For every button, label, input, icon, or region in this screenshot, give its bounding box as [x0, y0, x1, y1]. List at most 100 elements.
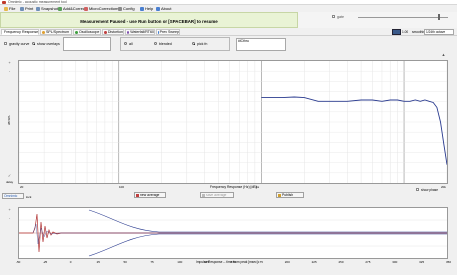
channel-group	[120, 37, 230, 51]
frequency-response-series	[261, 96, 447, 165]
lock-checkbox[interactable]: ✓	[6, 173, 13, 178]
show-overlays-radio[interactable]	[32, 42, 35, 45]
channel-blended-label: blended	[159, 42, 172, 46]
tab-bar: Frequency Response SPL/Spectrum Oscillos…	[0, 28, 457, 36]
menu-help[interactable]: Help	[140, 6, 153, 11]
menu-config[interactable]: Config	[118, 6, 135, 11]
menu-about[interactable]: About	[156, 6, 171, 11]
impulse-x-tick: 150	[231, 260, 237, 264]
new-average-button[interactable]: new average	[134, 192, 166, 198]
impulse-response-svg	[19, 209, 447, 257]
zoom-value: 1.00	[402, 30, 409, 34]
save-average-button[interactable]: save average	[200, 192, 234, 198]
channel-listbox[interactable]: #lCthru	[236, 38, 286, 51]
impulse-x-tick: 200	[284, 260, 290, 264]
frequency-grid	[19, 61, 447, 183]
publish-button[interactable]: Publish	[276, 192, 304, 198]
source-dropdown[interactable]: Omnimic	[2, 193, 24, 199]
save-icon	[202, 193, 205, 197]
channel-blended-radio[interactable]	[154, 42, 157, 45]
menu-snapshot[interactable]: Snapshot	[36, 6, 58, 11]
impulse-x-tick: 0	[69, 260, 72, 264]
smoothing-select[interactable]: 1/24th octave	[424, 29, 454, 35]
show-phase-label: show phase	[421, 188, 439, 192]
channel-pick-label: pick fn	[197, 42, 208, 46]
x-tick-20: 20	[20, 185, 24, 189]
tab-oscilloscope[interactable]: Oscilloscope	[73, 29, 101, 35]
menu-microcorrections[interactable]: MicroCorrections	[84, 6, 119, 11]
mic-icon	[84, 6, 88, 11]
tab-waterfall[interactable]: Waterfall/RT60	[125, 29, 155, 35]
gravity-curve-label: gravity curve	[9, 42, 30, 46]
impulse-envelope-bottom	[88, 233, 447, 257]
zoom-out-button[interactable]: -	[6, 68, 13, 73]
impulse-x-tick: 25	[96, 260, 100, 264]
impulse-zoom-out-button[interactable]: -	[6, 215, 13, 220]
show-overlays-label: show overlays	[37, 42, 60, 46]
impulse-x-tick: 325	[419, 260, 425, 264]
impulse-zoom-in-button[interactable]: +	[6, 207, 13, 212]
impulse-x-tick: 275	[365, 260, 371, 264]
plus-icon	[58, 6, 62, 11]
status-banner: Measurement Paused - use Run button or […	[0, 12, 298, 28]
auto-checkbox[interactable]	[332, 15, 335, 18]
impulse-x-tick: -25	[42, 260, 48, 264]
frequency-response-svg	[19, 61, 447, 183]
show-phase-checkbox[interactable]	[416, 188, 419, 191]
overlay-list[interactable]	[63, 37, 111, 51]
channel-pick-radio[interactable]	[192, 42, 195, 45]
distortion-icon	[104, 30, 107, 34]
impulse-response-plot[interactable]	[18, 207, 448, 259]
gear-icon	[118, 6, 122, 11]
impulse-x-tick: 100	[177, 260, 183, 264]
zoom-slider-thumb[interactable]	[438, 14, 440, 20]
printer-icon	[20, 6, 24, 11]
menu-bar: File Print Snapshot Add&Correct MicroCor…	[0, 5, 457, 12]
tab-frequency-response[interactable]: Frequency Response	[1, 29, 39, 35]
average-icon	[136, 193, 139, 197]
tab-prev-sweep[interactable]: Prev Sweep	[156, 29, 180, 35]
lock-label: lock	[26, 195, 32, 199]
frequency-response-plot[interactable]	[18, 60, 448, 184]
y-axis-label: dB SPL	[7, 114, 12, 126]
impulse-x-tick: 175	[257, 260, 263, 264]
impulse-x-tick: 350	[446, 260, 452, 264]
channel-all-label: all	[129, 42, 133, 46]
menu-file[interactable]: File	[4, 6, 15, 11]
gate-label: gate	[337, 15, 344, 19]
camera-icon	[36, 6, 40, 11]
status-message: Measurement Paused - use Run button or […	[80, 19, 218, 24]
tab-distortion[interactable]: Distortion	[102, 29, 124, 35]
gravity-curve-checkbox[interactable]	[4, 42, 7, 45]
impulse-x-tick: 250	[338, 260, 344, 264]
right-control-panel: gate	[298, 12, 457, 28]
channel-all-radio[interactable]	[124, 42, 127, 45]
impulse-x-tick: 225	[311, 260, 317, 264]
publish-icon	[278, 193, 281, 197]
menu-print[interactable]: Print	[20, 6, 33, 11]
impulse-x-tick: -50	[16, 260, 21, 264]
tab-spl-spectrum[interactable]: SPL/Spectrum	[40, 29, 72, 35]
impulse-x-tick: 75	[150, 260, 154, 264]
options-row: gravity curve show overlays all blended …	[0, 36, 457, 54]
scope-icon	[75, 30, 78, 34]
help-icon	[140, 6, 144, 11]
x-tick-100: 100	[119, 185, 125, 189]
spectrum-icon	[42, 30, 45, 34]
zoom-slider-track[interactable]	[358, 17, 448, 18]
impulse-x-tick: 50	[123, 260, 127, 264]
delay-label: delay	[6, 180, 14, 184]
info-icon	[156, 6, 160, 11]
sweep-icon	[158, 30, 159, 34]
pan-up-button[interactable]: ▲	[440, 52, 447, 57]
flag-icon[interactable]	[392, 29, 401, 35]
window-title: Omnimic - acoustic measurement tool	[8, 0, 67, 4]
impulse-x-tick: 300	[392, 260, 398, 264]
waterfall-icon	[127, 30, 130, 34]
menu-add-correct[interactable]: Add&Correct	[58, 6, 86, 11]
folder-icon	[4, 6, 8, 11]
impulse-x-tick: 125	[204, 260, 210, 264]
zoom-in-button[interactable]: +	[6, 60, 13, 65]
app-icon	[2, 1, 6, 4]
impulse-envelope-top	[88, 209, 447, 233]
